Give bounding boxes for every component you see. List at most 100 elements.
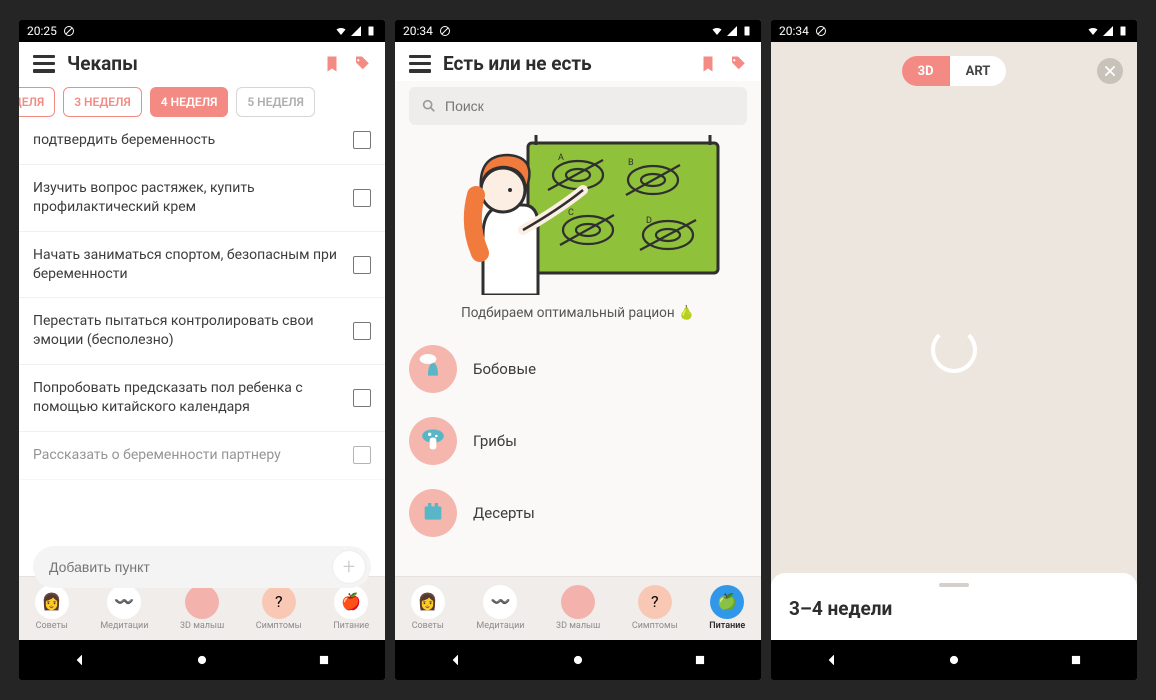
bottom-sheet[interactable]: 3–4 недели <box>771 573 1137 640</box>
add-item-bar: + <box>33 546 371 588</box>
add-item-button[interactable]: + <box>333 551 365 583</box>
tab-symptoms[interactable]: ? Симптомы <box>632 585 678 631</box>
app-header: Есть или не есть <box>395 42 761 81</box>
tips-icon: 👩 <box>35 585 69 619</box>
tab-meditations[interactable]: 〰️ Медитации <box>476 585 524 631</box>
week-tabs: ЕДЕЛЯ 3 НЕДЕЛЯ 4 НЕДЕЛЯ 5 НЕДЕЛЯ <box>19 81 385 125</box>
tab-nutrition[interactable]: 🍎 Питание <box>333 585 369 631</box>
checkbox[interactable] <box>353 256 371 274</box>
status-time: 20:34 <box>779 24 809 38</box>
checkbox[interactable] <box>353 389 371 407</box>
tab-3d-baby[interactable]: 3D малыш <box>180 585 224 631</box>
food-caption: Подбираем оптимальный рацион 🍐 <box>395 305 761 321</box>
nutrition-icon: 🍏 <box>710 585 744 619</box>
list-item[interactable]: подтвердить беременность <box>19 125 385 165</box>
page-title: Чекапы <box>67 52 311 75</box>
status-bar: 20:25 <box>19 20 385 42</box>
toggle-art[interactable]: ART <box>950 56 1007 86</box>
bookmark-icon[interactable] <box>699 55 717 73</box>
svg-text:C: C <box>568 208 574 218</box>
symptoms-icon: ? <box>262 585 296 619</box>
nav-home[interactable] <box>945 651 963 669</box>
nav-back[interactable] <box>71 651 89 669</box>
search-icon <box>421 98 437 114</box>
no-sim-icon <box>439 25 451 37</box>
tab-symptoms[interactable]: ? Симптомы <box>256 585 302 631</box>
list-item[interactable]: Попробовать предсказать пол ребенка с по… <box>19 365 385 432</box>
cell-icon <box>350 25 362 37</box>
food-category-desserts[interactable]: Десерты <box>409 477 747 549</box>
screen-food: 20:34 Есть или не есть <box>395 20 761 680</box>
nav-recents[interactable] <box>315 651 333 669</box>
search-field[interactable] <box>409 87 747 125</box>
page-title: Есть или не есть <box>443 52 687 75</box>
add-item-input[interactable] <box>49 559 333 575</box>
view-toggle: 3D ART <box>902 56 1007 86</box>
nav-home[interactable] <box>569 651 587 669</box>
week-tab-4[interactable]: 4 НЕДЕЛЯ <box>150 87 229 117</box>
sheet-title: 3–4 недели <box>789 597 1119 620</box>
list-item[interactable]: Рассказать о беременности партнеру <box>19 432 385 480</box>
android-nav-bar <box>771 640 1137 680</box>
tab-3d-baby[interactable]: 3D малыш <box>556 585 600 631</box>
status-time: 20:25 <box>27 24 57 38</box>
list-item[interactable]: Начать заниматься спортом, безопасным пр… <box>19 232 385 299</box>
list-item[interactable]: Изучить вопрос растяжек, купить профилак… <box>19 165 385 232</box>
close-button[interactable] <box>1097 58 1123 84</box>
baby-icon <box>185 585 219 619</box>
food-category-beans[interactable]: Бобовые <box>409 333 747 405</box>
nav-recents[interactable] <box>691 651 709 669</box>
no-sim-icon <box>63 25 75 37</box>
loading-spinner <box>931 327 977 373</box>
week-tab-5[interactable]: 5 НЕДЕЛЯ <box>236 87 315 117</box>
tab-tips[interactable]: 👩 Советы <box>35 585 69 631</box>
tab-nutrition[interactable]: 🍏 Питание <box>709 585 745 631</box>
nutrition-icon: 🍎 <box>334 585 368 619</box>
tab-tips[interactable]: 👩 Советы <box>411 585 445 631</box>
app-header: Чекапы <box>19 42 385 81</box>
symptoms-icon: ? <box>638 585 672 619</box>
tag-icon[interactable] <box>729 55 747 73</box>
sheet-handle-icon[interactable] <box>939 583 969 587</box>
checklist: подтвердить беременность Изучить вопрос … <box>19 125 385 576</box>
toggle-3d[interactable]: 3D <box>902 56 950 86</box>
svg-text:D: D <box>646 216 652 226</box>
cell-icon <box>726 25 738 37</box>
wifi-icon <box>1087 25 1099 37</box>
checkbox[interactable] <box>353 131 371 149</box>
week-tab-2[interactable]: ЕДЕЛЯ <box>19 87 55 117</box>
food-category-list: Бобовые Грибы Десерты <box>395 333 761 549</box>
checkbox[interactable] <box>353 446 371 464</box>
nav-back[interactable] <box>447 651 465 669</box>
nav-recents[interactable] <box>1067 651 1085 669</box>
search-input[interactable] <box>445 98 735 114</box>
food-illustration: A B C D <box>409 135 747 295</box>
battery-icon <box>1117 25 1129 37</box>
desserts-icon <box>409 489 457 537</box>
menu-icon[interactable] <box>33 55 55 73</box>
tips-icon: 👩 <box>411 585 445 619</box>
beans-icon <box>409 345 457 393</box>
nav-back[interactable] <box>823 651 841 669</box>
meditations-icon: 〰️ <box>483 585 517 619</box>
food-category-mushrooms[interactable]: Грибы <box>409 405 747 477</box>
status-bar: 20:34 <box>395 20 761 42</box>
mushrooms-icon <box>409 417 457 465</box>
nav-home[interactable] <box>193 651 211 669</box>
tag-icon[interactable] <box>353 55 371 73</box>
battery-icon <box>741 25 753 37</box>
checkbox[interactable] <box>353 189 371 207</box>
bookmark-icon[interactable] <box>323 55 341 73</box>
screen-3d-view: 20:34 3D ART 3–4 недели <box>771 20 1137 680</box>
status-time: 20:34 <box>403 24 433 38</box>
list-item[interactable]: Перестать пытаться контролировать свои э… <box>19 298 385 365</box>
baby-icon <box>561 585 595 619</box>
android-nav-bar <box>395 640 761 680</box>
battery-icon <box>365 25 377 37</box>
status-bar: 20:34 <box>771 20 1137 42</box>
menu-icon[interactable] <box>409 55 431 73</box>
view-toggle-row: 3D ART <box>771 56 1137 86</box>
tab-meditations[interactable]: 〰️ Медитации <box>100 585 148 631</box>
week-tab-3[interactable]: 3 НЕДЕЛЯ <box>63 87 142 117</box>
checkbox[interactable] <box>353 322 371 340</box>
